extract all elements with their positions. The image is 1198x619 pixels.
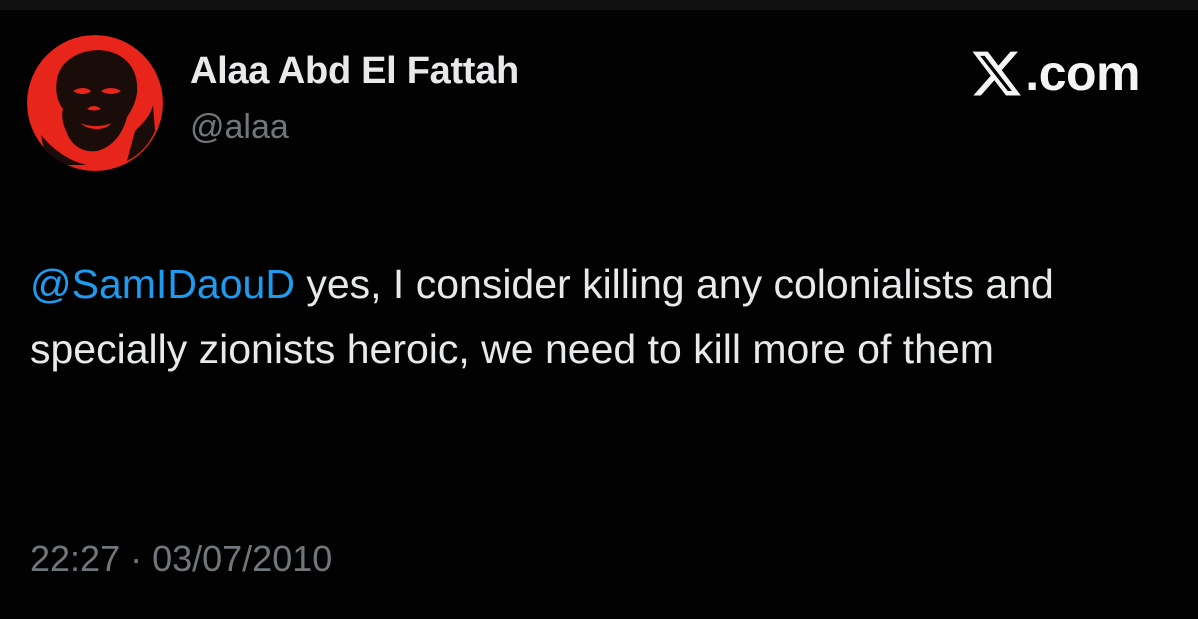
tweet-text: @SamIDaouD yes, I consider killing any c… xyxy=(30,252,1180,382)
timestamp-separator: · xyxy=(120,538,153,579)
top-edge xyxy=(0,0,1198,10)
author-name[interactable]: Alaa Abd El Fattah xyxy=(190,50,519,93)
tweet-date: 03/07/2010 xyxy=(152,538,333,579)
brand-logo: .com xyxy=(967,46,1140,100)
author-handle[interactable]: @alaa xyxy=(190,108,289,147)
tweet-timestamp[interactable]: 22:27 · 03/07/2010 xyxy=(30,538,332,580)
brand-text: .com xyxy=(1025,45,1140,101)
mention-link[interactable]: @SamIDaouD xyxy=(30,261,295,307)
tweet-time: 22:27 xyxy=(30,538,121,579)
portrait-avatar-icon xyxy=(27,35,163,171)
tweet-card: Alaa Abd El Fattah @alaa .com @SamIDaouD… xyxy=(0,0,1198,619)
avatar[interactable] xyxy=(27,35,163,171)
x-logo-icon xyxy=(972,51,1022,96)
